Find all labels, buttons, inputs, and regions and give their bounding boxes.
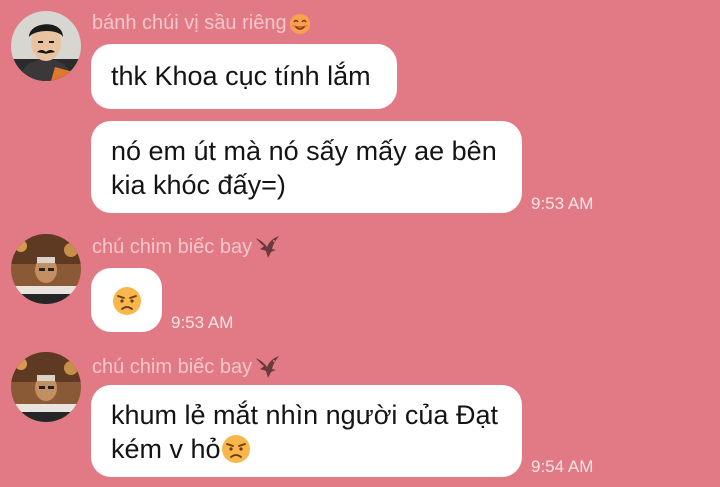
disappointed-face-icon	[112, 286, 142, 316]
message-bubble[interactable]: khum lẻ mắt nhìn người của Đạt kém v hỏ	[91, 385, 522, 477]
message-line: kia khóc đấy=)	[111, 170, 286, 200]
sender-name-text: chú chim biếc bay	[92, 235, 253, 258]
sender-name: chú chim biếc bay	[92, 235, 280, 259]
message-bubble[interactable]	[91, 268, 162, 332]
message-line: khum lẻ mắt nhìn người của Đạt	[111, 400, 498, 430]
sender-name-text: bánh chúi vị sầu riêng	[92, 12, 287, 34]
smiling-face-icon	[289, 13, 311, 35]
chat-thread: bánh chúi vị sầu riêng thk Khoa cục tính…	[0, 0, 720, 487]
avatar-banh-chui[interactable]	[11, 11, 81, 81]
message-timestamp: 9:53 AM	[171, 313, 234, 332]
sender-name-text: chú chim biếc bay	[92, 355, 253, 378]
message-bubble[interactable]: thk Khoa cục tính lắm	[91, 44, 397, 109]
disappointed-face-icon	[221, 434, 251, 464]
eagle-icon	[254, 355, 280, 379]
sender-name: bánh chúi vị sầu riêng	[92, 12, 311, 35]
message-line: kém v hỏ	[111, 434, 221, 464]
message-line: nó em út mà nó sấy mấy ae bên	[111, 136, 497, 166]
message-timestamp: 9:53 AM	[531, 194, 594, 213]
message-line-with-emoji: kém v hỏ	[111, 432, 502, 466]
message-bubble[interactable]: nó em út mà nó sấy mấy ae bên kia khóc đ…	[91, 121, 522, 213]
avatar-chu-chim[interactable]	[11, 234, 81, 304]
avatar-chu-chim[interactable]	[11, 352, 81, 422]
message-line: thk Khoa cục tính lắm	[111, 61, 371, 91]
sender-name: chú chim biếc bay	[92, 355, 280, 379]
eagle-icon	[254, 235, 280, 259]
message-timestamp: 9:54 AM	[531, 457, 594, 476]
